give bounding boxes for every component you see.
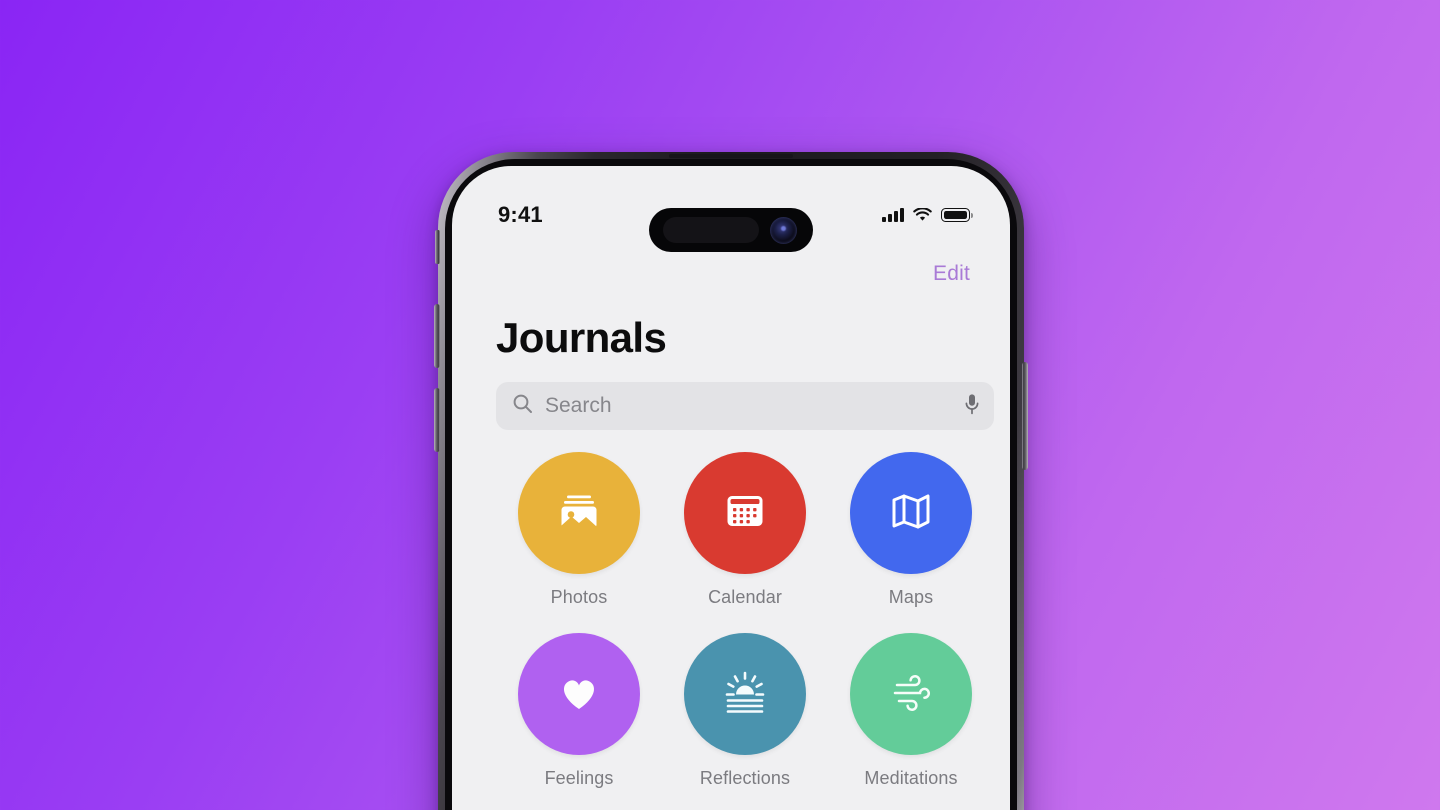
dynamic-island-pill [663, 217, 759, 243]
search-icon [512, 393, 533, 419]
journal-item-calendar[interactable]: Calendar [662, 452, 828, 608]
journal-label: Feelings [544, 768, 614, 788]
journal-item-maps[interactable]: Maps [828, 452, 994, 608]
journal-label: Reflections [699, 768, 791, 788]
signal-bars-icon [882, 208, 904, 222]
journal-label: Meditations [864, 768, 958, 788]
map-icon [882, 482, 940, 545]
dynamic-island[interactable] [649, 208, 813, 252]
journal-icon-circle [518, 633, 640, 755]
journals-grid: Photos Calendar Maps Feelings Reflection… [496, 452, 994, 789]
page-title: Journals [496, 314, 667, 361]
earpiece-speaker [669, 154, 793, 158]
phone-device: 9:41 Edit Journals Search Photos Calenda… [434, 152, 1028, 810]
journal-label: Maps [888, 587, 934, 607]
calendar-icon [716, 482, 774, 545]
journal-item-photos[interactable]: Photos [496, 452, 662, 608]
journal-icon-circle [850, 452, 972, 574]
search-placeholder: Search [545, 394, 612, 417]
volume-down-button[interactable] [434, 388, 440, 452]
journal-icon-circle [518, 452, 640, 574]
wifi-icon [913, 207, 932, 222]
journal-icon-circle [684, 452, 806, 574]
status-time: 9:41 [498, 202, 543, 227]
wind-icon [882, 663, 940, 726]
phone-screen: 9:41 Edit Journals Search Photos Calenda… [452, 166, 1010, 810]
journal-icon-circle [850, 633, 972, 755]
status-indicators [882, 207, 974, 222]
navigation-bar: Edit [452, 262, 1010, 286]
volume-up-button[interactable] [434, 304, 440, 368]
journal-icon-circle [684, 633, 806, 755]
journal-item-reflections[interactable]: Reflections [662, 633, 828, 789]
search-field[interactable]: Search [496, 382, 994, 430]
edit-button[interactable]: Edit [933, 262, 970, 286]
power-button[interactable] [1022, 362, 1028, 470]
heart-icon [551, 664, 607, 725]
ring-silent-switch[interactable] [435, 230, 440, 264]
journal-item-feelings[interactable]: Feelings [496, 633, 662, 789]
photos-icon [549, 481, 609, 546]
journal-item-meditations[interactable]: Meditations [828, 633, 994, 789]
journal-label: Calendar [708, 587, 782, 607]
front-camera-icon [770, 216, 797, 244]
sunrise-icon [715, 662, 775, 727]
journal-label: Photos [550, 587, 608, 607]
microphone-icon[interactable] [964, 393, 980, 420]
battery-full-icon [941, 208, 974, 222]
